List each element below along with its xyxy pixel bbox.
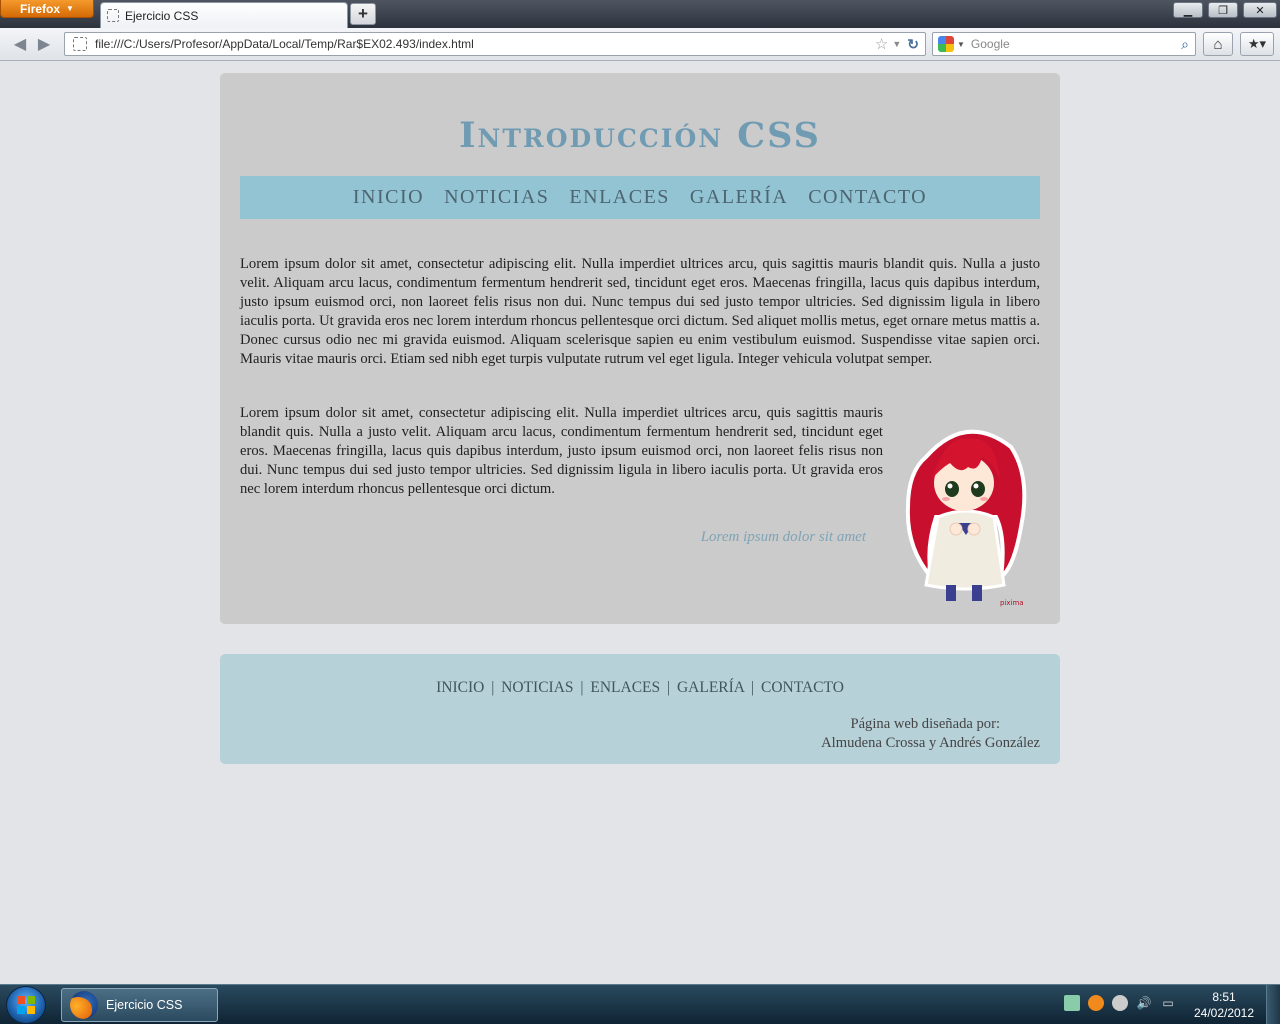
taskbar-firefox-window[interactable]: Ejercicio CSS	[61, 988, 218, 1022]
history-dropdown-icon[interactable]: ▼	[892, 39, 901, 49]
credit-label: Página web diseñada por:	[850, 716, 1000, 732]
engine-dropdown-icon[interactable]: ▼	[957, 40, 965, 49]
paragraph-1: Lorem ipsum dolor sit amet, consectetur …	[240, 256, 1040, 367]
bookmark-star-icon[interactable]: ☆	[875, 35, 888, 53]
network-icon[interactable]: ▭	[1160, 995, 1176, 1011]
restore-button[interactable]: ❐	[1208, 2, 1238, 18]
start-button[interactable]	[6, 986, 46, 1024]
taskbar-window-label: Ejercicio CSS	[106, 998, 183, 1012]
search-input[interactable]: Google	[971, 37, 1181, 51]
minimize-button[interactable]: ▁	[1173, 2, 1203, 18]
footer-separator: |	[580, 679, 584, 696]
back-button[interactable]: ◀	[8, 33, 32, 55]
firefox-menu-button[interactable]: Firefox ▼	[0, 0, 94, 18]
avast-icon[interactable]	[1088, 995, 1104, 1011]
volume-icon[interactable]: 🔊	[1136, 995, 1152, 1011]
main-menu: INICIO NOTICIAS ENLACES GALERÍA CONTACTO	[240, 176, 1040, 219]
menu-item-noticias[interactable]: NOTICIAS	[444, 186, 549, 209]
page-viewport: Introducción CSS INICIO NOTICIAS ENLACES…	[0, 62, 1280, 984]
footer-link-enlaces[interactable]: ENLACES	[590, 679, 660, 696]
home-button[interactable]: ⌂	[1203, 32, 1233, 56]
footer-link-noticias[interactable]: NOTICIAS	[501, 679, 573, 696]
paragraph-2: Lorem ipsum dolor sit amet, consectetur …	[240, 405, 883, 497]
favicon-icon	[107, 9, 119, 22]
footer-separator: |	[751, 679, 755, 696]
arrow-right-icon: ▶	[37, 36, 51, 53]
clock-time: 8:51	[1212, 990, 1236, 1004]
image-caption: Lorem ipsum dolor sit amet	[700, 529, 866, 545]
image-signature: pixima	[1000, 599, 1024, 607]
url-text[interactable]: file:///C:/Users/Profesor/AppData/Local/…	[95, 37, 875, 51]
address-bar[interactable]: file:///C:/Users/Profesor/AppData/Local/…	[64, 32, 926, 56]
system-clock[interactable]: 8:51 24/02/2012	[1188, 989, 1260, 1021]
forward-button[interactable]: ▶	[32, 33, 56, 55]
footer-link-contacto[interactable]: CONTACTO	[761, 679, 844, 696]
close-icon: ✕	[1255, 4, 1265, 17]
chevron-down-icon: ▼	[66, 4, 74, 13]
tab-title: Ejercicio CSS	[125, 8, 199, 23]
browser-tab[interactable]: Ejercicio CSS	[100, 2, 348, 28]
menu-item-contacto[interactable]: CONTACTO	[808, 186, 927, 209]
footer-separator: |	[667, 679, 671, 696]
show-desktop-button[interactable]	[1266, 985, 1280, 1024]
system-tray: 🔊 ▭	[1064, 995, 1176, 1011]
menu-item-galeria[interactable]: GALERÍA	[690, 186, 788, 209]
minimize-icon: ▁	[1183, 4, 1193, 17]
chibi-girl-image: pixima	[905, 429, 1027, 607]
speedometer-icon[interactable]	[1112, 995, 1128, 1011]
menu-item-inicio[interactable]: INICIO	[353, 186, 424, 209]
clock-date: 24/02/2012	[1193, 1006, 1255, 1020]
footer-separator: |	[491, 679, 495, 696]
credit-names: Almudena Crossa y Andrés González	[821, 735, 1040, 751]
page-footer: INICIO | NOTICIAS | ENLACES | GALERÍA | …	[220, 654, 1060, 764]
arrow-left-icon: ◀	[13, 36, 27, 53]
search-icon[interactable]: ⌕	[1181, 36, 1189, 53]
home-icon: ⌂	[1213, 35, 1223, 53]
windows-taskbar: Ejercicio CSS 🔊 ▭ 8:51 24/02/2012	[0, 984, 1280, 1024]
security-center-icon[interactable]	[1064, 995, 1080, 1011]
firefox-icon	[70, 991, 98, 1019]
windows-logo-icon	[17, 996, 35, 1014]
bookmarks-icon: ★▾	[1247, 36, 1267, 51]
footer-link-inicio[interactable]: INICIO	[436, 679, 484, 696]
footer-menu: INICIO | NOTICIAS | ENLACES | GALERÍA | …	[220, 679, 1060, 697]
navigation-toolbar: ◀ ▶ file:///C:/Users/Profesor/AppData/Lo…	[0, 28, 1280, 61]
google-engine-icon[interactable]	[938, 36, 954, 52]
new-tab-button[interactable]: +	[350, 3, 376, 25]
footer-link-galeria[interactable]: GALERÍA	[677, 679, 744, 696]
firefox-menu-label: Firefox	[20, 1, 61, 16]
site-identity-icon[interactable]	[73, 37, 87, 51]
restore-icon: ❐	[1218, 4, 1228, 17]
main-container: Introducción CSS INICIO NOTICIAS ENLACES…	[220, 73, 1060, 624]
bookmarks-button[interactable]: ★▾	[1240, 32, 1274, 56]
page-title: Introducción CSS	[459, 115, 821, 156]
search-box[interactable]: ▼ Google ⌕	[932, 32, 1196, 56]
menu-item-enlaces[interactable]: ENLACES	[569, 186, 670, 209]
reload-icon[interactable]: ↻	[907, 36, 919, 53]
window-titlebar: Firefox ▼ Ejercicio CSS + ▁ ❐ ✕	[0, 0, 1280, 28]
close-window-button[interactable]: ✕	[1243, 2, 1277, 18]
